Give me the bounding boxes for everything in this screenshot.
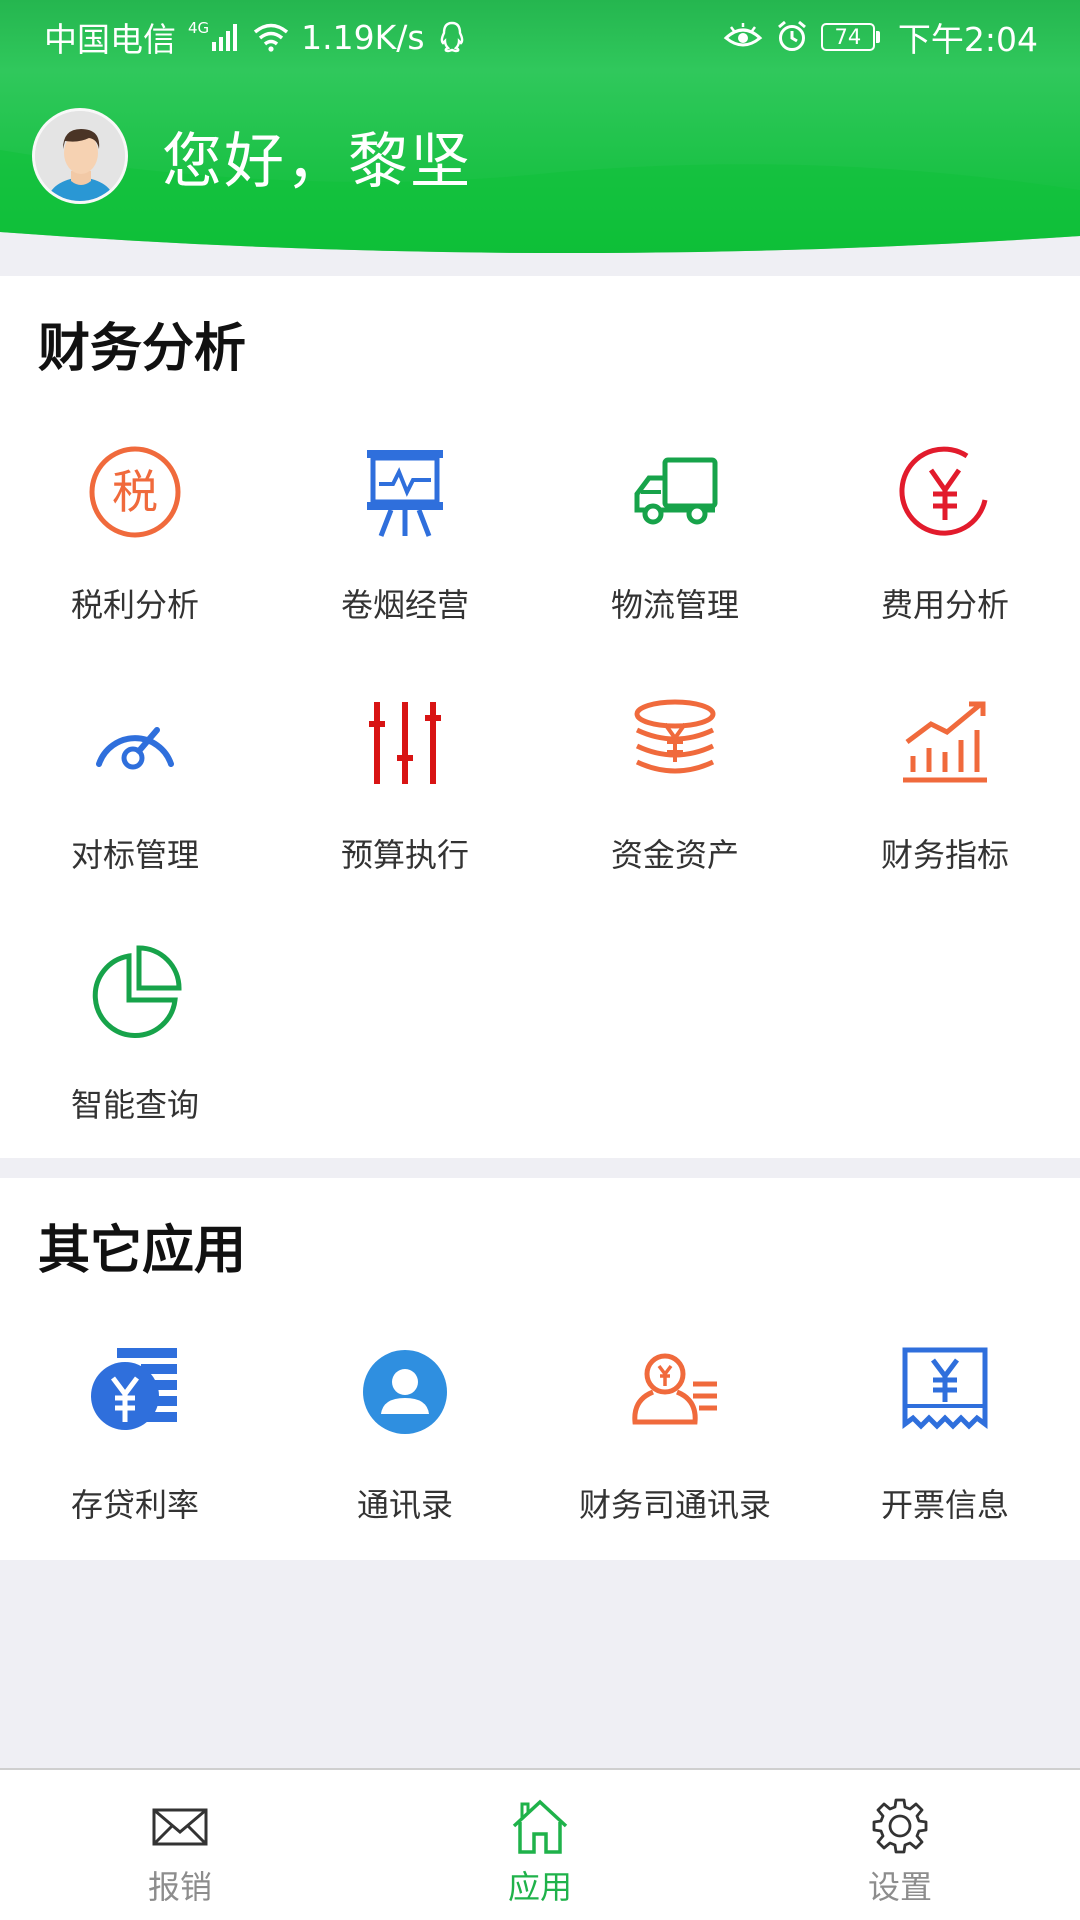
- tile-label: 卷烟经营: [340, 586, 469, 624]
- svg-text:税: 税: [112, 465, 158, 519]
- section-title-finance: 财务分析: [38, 319, 247, 379]
- truck-icon: [634, 457, 718, 525]
- other-apps-section: 其它应用 存贷利率 通讯录 财务司通讯录 开票信息: [0, 1178, 1080, 1560]
- tile-finance-dept-contacts[interactable]: 财务司通讯录: [540, 1344, 810, 1584]
- network-type: 4G: [188, 19, 210, 37]
- tile-financial-indicators[interactable]: 财务指标: [810, 694, 1080, 934]
- avatar[interactable]: [32, 108, 128, 204]
- nav-label: 设置: [867, 1868, 932, 1906]
- tile-label: 预算执行: [340, 836, 469, 874]
- tile-deposit-loan-rates[interactable]: 存贷利率: [0, 1344, 270, 1584]
- carrier-label: 中国电信: [44, 20, 176, 59]
- tile-label: 智能查询: [70, 1086, 199, 1124]
- alarm-icon: [777, 20, 806, 51]
- eye-icon: [723, 23, 763, 47]
- status-bar: 中国电信 4G 1.19K/s 74 下午2:04: [0, 0, 1080, 74]
- battery-indicator: 74: [820, 23, 880, 51]
- tile-invoice-info[interactable]: 开票信息: [810, 1344, 1080, 1584]
- signal-icon: [212, 24, 238, 51]
- tile-logistics[interactable]: 物流管理: [540, 444, 810, 684]
- app-header: 中国电信 4G 1.19K/s 74 下午2:04 您好，黎坚: [0, 0, 1080, 262]
- network-speed: 1.19K/s: [301, 17, 425, 57]
- greeting-row: 您好，黎坚: [32, 108, 472, 204]
- presentation-board-icon: [367, 450, 443, 537]
- envelope-icon: [152, 1808, 208, 1846]
- qq-icon: [440, 21, 463, 53]
- tile-label: 开票信息: [880, 1486, 1009, 1524]
- bottom-navigation: 报销 应用 设置: [0, 1768, 1080, 1920]
- tile-label: 税利分析: [70, 586, 199, 624]
- nav-label: 应用: [507, 1868, 572, 1906]
- tile-budget-execution[interactable]: 预算执行: [270, 694, 540, 934]
- sliders-icon: [369, 702, 441, 784]
- nav-settings[interactable]: 设置: [720, 1770, 1080, 1920]
- tile-expense-analysis[interactable]: 费用分析: [810, 444, 1080, 684]
- tile-label: 通讯录: [356, 1486, 453, 1524]
- tile-smart-query[interactable]: 智能查询: [0, 944, 270, 1184]
- greeting-text: 您好，黎坚: [162, 126, 472, 197]
- tile-label: 财务司通讯录: [578, 1486, 771, 1524]
- tax-icon: 税: [89, 446, 181, 538]
- yen-circle-icon: [899, 446, 988, 536]
- tile-contacts[interactable]: 通讯录: [270, 1344, 540, 1584]
- bar-trend-icon: [903, 701, 987, 783]
- gauge-icon: [96, 727, 174, 770]
- tile-benchmark-management[interactable]: 对标管理: [0, 694, 270, 934]
- clock: 下午2:04: [897, 20, 1038, 59]
- nav-label: 报销: [147, 1868, 212, 1906]
- yen-coin-list-icon: [91, 1348, 177, 1430]
- tile-funds-assets[interactable]: 资金资产: [540, 694, 810, 934]
- tile-cigarette-operation[interactable]: 卷烟经营: [270, 444, 540, 684]
- tile-label: 资金资产: [610, 836, 739, 874]
- user-avatar-icon: [35, 111, 125, 201]
- contact-icon: [363, 1350, 447, 1434]
- tile-tax-profit-analysis[interactable]: 税 税利分析: [0, 444, 270, 684]
- finance-contact-icon: [632, 1353, 717, 1425]
- battery-level: 74: [820, 23, 875, 51]
- wifi-icon: [254, 23, 289, 52]
- coin-stack-icon: [634, 699, 716, 774]
- nav-reimbursement[interactable]: 报销: [0, 1770, 360, 1920]
- tile-label: 费用分析: [880, 586, 1009, 624]
- finance-analysis-section: 财务分析 税 税利分析 卷烟经营 物流管理 费用分析 对标管理 预算执行 资金资…: [0, 276, 1080, 1158]
- tile-label: 对标管理: [70, 836, 199, 874]
- pie-chart-icon: [92, 945, 182, 1038]
- gear-icon: [872, 1798, 928, 1854]
- tile-label: 物流管理: [610, 586, 739, 624]
- tile-label: 存贷利率: [70, 1486, 199, 1524]
- invoice-icon: [902, 1347, 988, 1430]
- nav-apps[interactable]: 应用: [360, 1770, 720, 1920]
- tile-label: 财务指标: [880, 836, 1009, 874]
- home-icon: [512, 1799, 568, 1854]
- section-title-other: 其它应用: [38, 1221, 247, 1281]
